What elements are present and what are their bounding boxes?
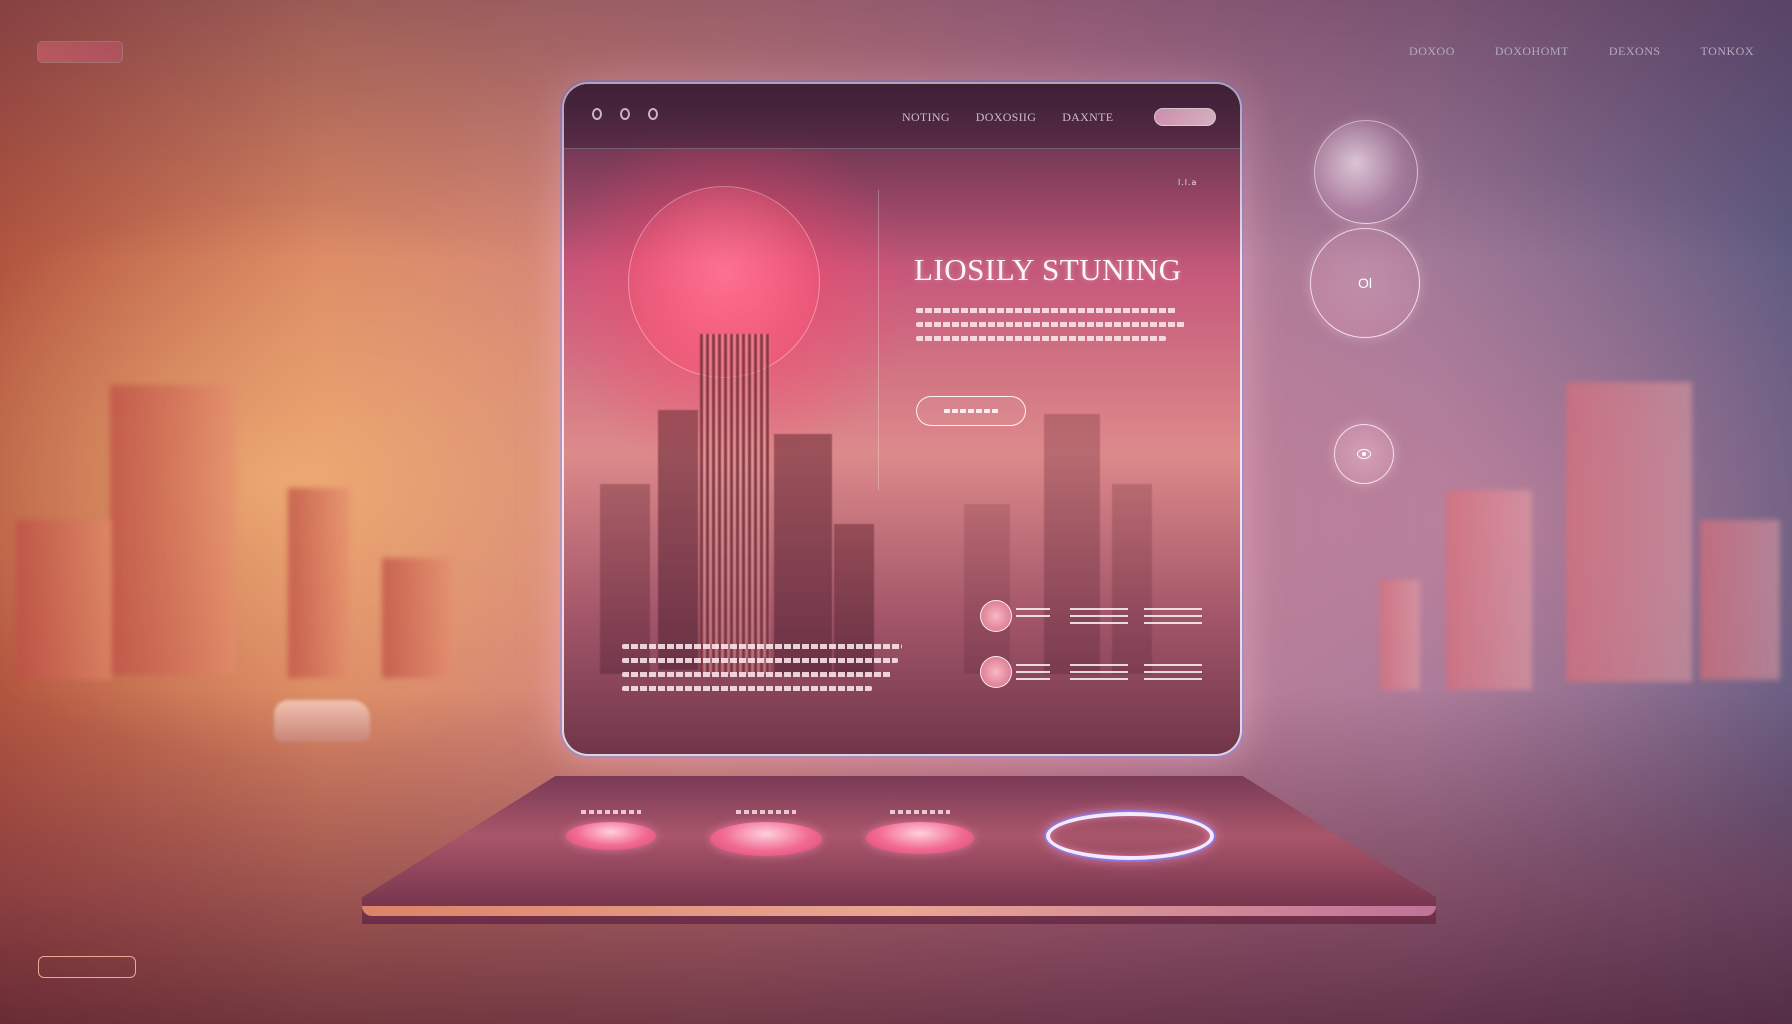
base-control-label (581, 810, 641, 814)
bg-building (1446, 490, 1532, 690)
base-ring-button[interactable] (1046, 812, 1214, 860)
paragraph-block (622, 644, 902, 700)
window-tower (964, 504, 1010, 674)
window-tower (700, 334, 770, 674)
bottom-left-button[interactable] (38, 956, 136, 978)
top-nav-item[interactable]: DOXOO (1409, 44, 1455, 59)
avatar (980, 600, 1012, 632)
row-lines (1144, 664, 1202, 685)
row-lines (1144, 608, 1202, 629)
cta-label (944, 409, 998, 413)
base-control-label (890, 810, 950, 814)
bg-building (16, 520, 112, 680)
base-panel-edge (362, 906, 1436, 916)
eye-icon (1357, 449, 1371, 459)
bg-building (288, 488, 350, 678)
base-control[interactable] (710, 810, 822, 856)
window-tower (774, 434, 832, 674)
window-nav-item[interactable]: DAXNTE (1062, 110, 1113, 125)
row-lines (1016, 664, 1050, 685)
text-line (622, 672, 892, 677)
window-nav-item[interactable]: NOTING (902, 110, 950, 125)
window-nav: NOTING DOXOSIIG DAXNTE (902, 110, 1113, 125)
text-line (916, 336, 1166, 341)
floating-window: NOTING DOXOSIIG DAXNTE l.l.a LIOSILY STU… (562, 82, 1242, 756)
list-item[interactable] (980, 656, 1202, 690)
text-line (916, 322, 1186, 327)
base-disc (710, 822, 822, 856)
bg-building (1700, 520, 1780, 680)
bubble-button[interactable] (1334, 424, 1394, 484)
top-nav-item[interactable]: DOXOHOMT (1495, 44, 1569, 59)
row-lines (1070, 664, 1128, 685)
window-tower (658, 410, 698, 670)
row-lines (1016, 608, 1050, 622)
window-marker: l.l.a (1178, 178, 1198, 187)
top-nav-item[interactable]: TONKOX (1701, 44, 1754, 59)
text-line (916, 308, 1176, 313)
hero-title: LIOSILY STUNING (914, 252, 1182, 287)
base-disc (566, 822, 656, 850)
window-dot[interactable] (592, 108, 602, 120)
scene: DOXOO DOXOHOMT DEXONS TONKOX NOTING DOXO… (0, 0, 1792, 1024)
text-line (622, 644, 902, 649)
window-dot[interactable] (648, 108, 658, 120)
list-item[interactable] (980, 600, 1202, 634)
vertical-divider (878, 190, 879, 490)
bubble-label: Ol (1358, 275, 1372, 291)
top-nav: DOXOO DOXOHOMT DEXONS TONKOX (1409, 44, 1754, 59)
bg-building (1566, 382, 1692, 682)
avatar (980, 656, 1012, 688)
row-lines (1070, 608, 1128, 629)
bubble-button[interactable] (1314, 120, 1418, 224)
window-tower (1112, 484, 1152, 674)
base-control-label (736, 810, 796, 814)
window-titlebar: NOTING DOXOSIIG DAXNTE (564, 84, 1240, 149)
hero-cta-button[interactable] (916, 396, 1026, 426)
window-cta-pill[interactable] (1154, 108, 1216, 126)
text-line (622, 686, 872, 691)
car (274, 700, 370, 742)
bg-building (110, 385, 236, 675)
window-dot[interactable] (620, 108, 630, 120)
base-disc (866, 822, 974, 854)
base-control[interactable] (566, 810, 656, 850)
base-control[interactable] (866, 810, 974, 854)
top-nav-item[interactable]: DEXONS (1609, 44, 1661, 59)
bubble-button[interactable]: Ol (1310, 228, 1420, 338)
bg-building (1380, 580, 1420, 690)
window-tower (1044, 414, 1100, 674)
bg-building (382, 558, 452, 678)
text-line (622, 658, 898, 663)
window-nav-item[interactable]: DOXOSIIG (976, 110, 1036, 125)
logo-pill[interactable] (38, 42, 122, 62)
hero-body-text (916, 308, 1186, 350)
